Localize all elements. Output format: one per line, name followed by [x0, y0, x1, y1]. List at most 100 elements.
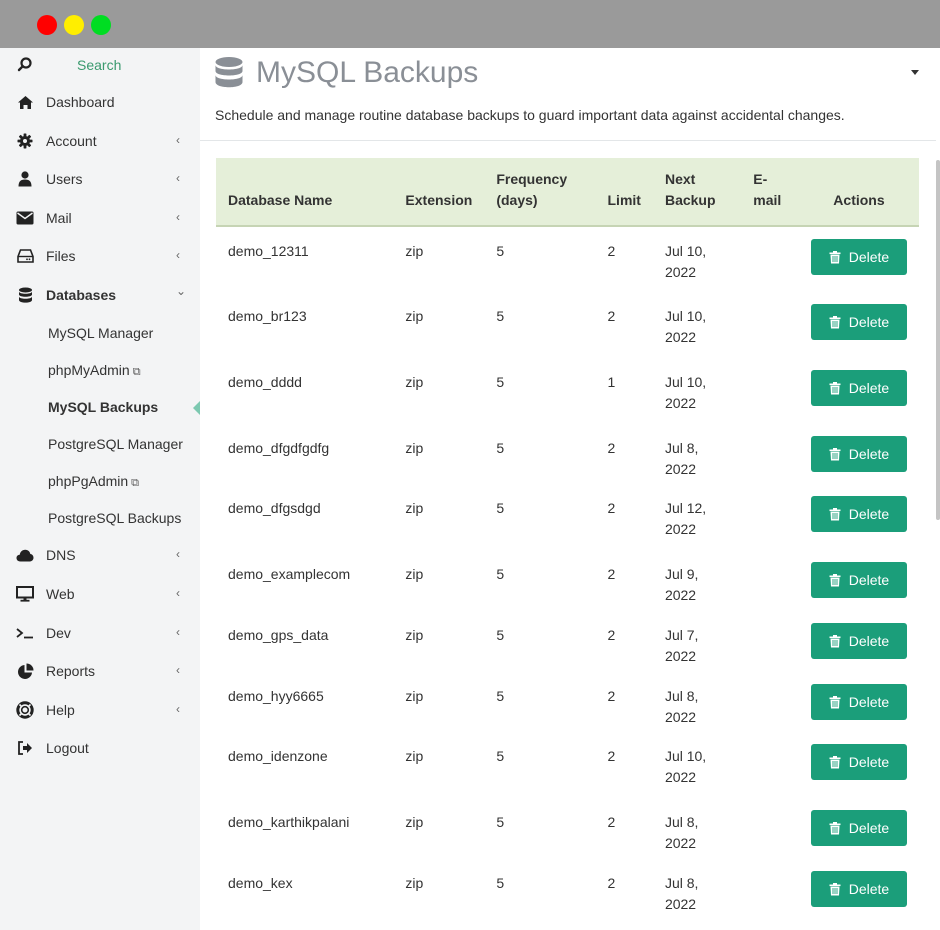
sidebar-subitem-label: phpPgAdmin	[48, 473, 129, 489]
sidebar-subitem-phpmyadmin[interactable]: phpMyAdmin ⧉	[0, 359, 200, 381]
cell-frequency: 5	[496, 440, 505, 456]
delete-button[interactable]: Delete	[810, 810, 907, 846]
sidebar-item-dns[interactable]: DNS ‹	[0, 543, 200, 567]
sidebar-item-label: Account	[46, 133, 97, 149]
sidebar-item-databases[interactable]: Databases ⌄	[0, 283, 200, 307]
cell-frequency: 5	[496, 243, 505, 259]
sidebar-item-users[interactable]: Users ‹	[0, 167, 200, 191]
cell-limit: 2	[607, 440, 616, 456]
delete-button[interactable]: Delete	[810, 871, 907, 907]
sidebar-item-help[interactable]: Help ‹	[0, 698, 200, 722]
cell-database-name: demo_dfgdfgdfg	[228, 440, 330, 456]
terminal-icon	[16, 624, 34, 642]
cell-extension: zip	[405, 627, 424, 643]
delete-button-label: Delete	[848, 881, 890, 897]
cell-frequency: 5	[496, 374, 505, 390]
scrollbar[interactable]	[936, 140, 940, 930]
delete-button-label: Delete	[848, 572, 890, 588]
minimize-window-button[interactable]	[64, 15, 84, 35]
delete-button[interactable]: Delete	[810, 496, 907, 532]
maximize-window-button[interactable]	[91, 15, 111, 35]
delete-button[interactable]: Delete	[810, 370, 907, 406]
window-titlebar	[0, 0, 940, 48]
delete-button[interactable]: Delete	[810, 239, 907, 275]
column-header-frequency[interactable]: Frequency (days)	[484, 158, 596, 227]
sidebar-subitem-mysql-backups[interactable]: MySQL Backups	[0, 396, 200, 418]
cell-email	[741, 611, 799, 672]
life-ring-icon	[16, 701, 34, 719]
column-header-actions: Actions	[798, 158, 919, 227]
column-header-database-name[interactable]: Database Name	[216, 158, 394, 227]
chevron-left-icon: ‹	[176, 625, 180, 639]
sidebar-subitem-mysql-manager[interactable]: MySQL Manager	[0, 322, 200, 344]
cell-email	[741, 798, 799, 859]
sidebar-item-label: DNS	[46, 547, 76, 563]
sidebar: Search Dashboard Account ‹ Users ‹ Mail …	[0, 48, 200, 930]
cell-limit: 1	[607, 374, 616, 390]
sidebar-item-mail[interactable]: Mail ‹	[0, 206, 200, 230]
current-page-marker	[193, 401, 200, 415]
sidebar-subitem-phppgadmin[interactable]: phpPgAdmin ⧉	[0, 470, 200, 492]
cell-actions: Delete	[799, 424, 919, 484]
sidebar-subitem-postgresql-backups[interactable]: PostgreSQL Backups	[0, 507, 200, 529]
cell-actions: Delete	[799, 292, 919, 358]
delete-button[interactable]: Delete	[810, 304, 907, 340]
cell-actions: Delete	[799, 550, 919, 611]
cell-actions: Delete	[799, 732, 919, 798]
sidebar-subitem-label: MySQL Backups	[48, 399, 159, 415]
delete-button[interactable]: Delete	[810, 623, 907, 659]
cell-extension: zip	[405, 566, 424, 582]
user-menu-caret-icon[interactable]	[911, 70, 919, 75]
sidebar-item-label: Logout	[46, 740, 89, 756]
trash-icon	[829, 573, 841, 587]
cell-actions: Delete	[799, 484, 919, 550]
sidebar-item-label: Databases	[46, 287, 117, 303]
table-row: demo_dfgsdgd zip 5 2 Jul 12, 2022 Delete	[216, 484, 919, 550]
cell-actions: Delete	[799, 859, 919, 920]
cell-limit: 2	[607, 243, 616, 259]
sidebar-item-logout[interactable]: Logout	[0, 736, 200, 760]
sidebar-item-files[interactable]: Files ‹	[0, 244, 200, 268]
table-header-row: Database Name Extension Frequency (days)…	[216, 158, 919, 227]
delete-button-label: Delete	[848, 633, 890, 649]
column-header-next-backup[interactable]: Next Backup	[652, 158, 742, 227]
delete-button[interactable]: Delete	[810, 436, 907, 472]
sidebar-search[interactable]: Search	[0, 54, 200, 76]
sidebar-item-dashboard[interactable]: Dashboard	[0, 90, 200, 114]
cell-email	[741, 484, 799, 550]
delete-button[interactable]: Delete	[810, 684, 907, 720]
chevron-left-icon: ‹	[176, 702, 180, 716]
envelope-icon	[16, 209, 34, 227]
cell-frequency: 5	[496, 500, 505, 516]
cell-extension: zip	[405, 440, 424, 456]
cell-extension: zip	[405, 814, 424, 830]
table-row: demo_examplecom zip 5 2 Jul 9, 2022 Dele…	[216, 550, 919, 611]
sidebar-item-account[interactable]: Account ‹	[0, 129, 200, 153]
sidebar-item-reports[interactable]: Reports ‹	[0, 659, 200, 683]
search-label[interactable]: Search	[77, 57, 121, 73]
sidebar-item-dev[interactable]: Dev ‹	[0, 621, 200, 645]
column-header-email[interactable]: E-mail	[741, 158, 799, 227]
cell-frequency: 5	[496, 814, 505, 830]
cell-database-name: demo_gps_data	[228, 627, 329, 643]
cell-extension: zip	[405, 500, 424, 516]
chevron-left-icon: ‹	[176, 663, 180, 677]
close-window-button[interactable]	[37, 15, 57, 35]
scrollbar-thumb[interactable]	[936, 160, 940, 520]
cloud-icon	[16, 546, 34, 564]
column-header-limit[interactable]: Limit	[595, 158, 653, 227]
cell-frequency: 5	[496, 748, 505, 764]
cell-limit: 2	[607, 566, 616, 582]
delete-button-label: Delete	[848, 506, 890, 522]
sidebar-item-label: Help	[46, 702, 75, 718]
sidebar-item-web[interactable]: Web ‹	[0, 582, 200, 606]
delete-button[interactable]: Delete	[810, 744, 907, 780]
column-header-extension[interactable]: Extension	[393, 158, 485, 227]
sidebar-subitem-postgresql-manager[interactable]: PostgreSQL Manager	[0, 433, 200, 455]
table-row: demo_gps_data zip 5 2 Jul 7, 2022 Delete	[216, 611, 919, 672]
cell-limit: 2	[607, 627, 616, 643]
sidebar-item-label: Dev	[46, 625, 71, 641]
trash-icon	[829, 882, 841, 896]
delete-button[interactable]: Delete	[810, 562, 907, 598]
cell-actions: Delete	[799, 672, 919, 732]
